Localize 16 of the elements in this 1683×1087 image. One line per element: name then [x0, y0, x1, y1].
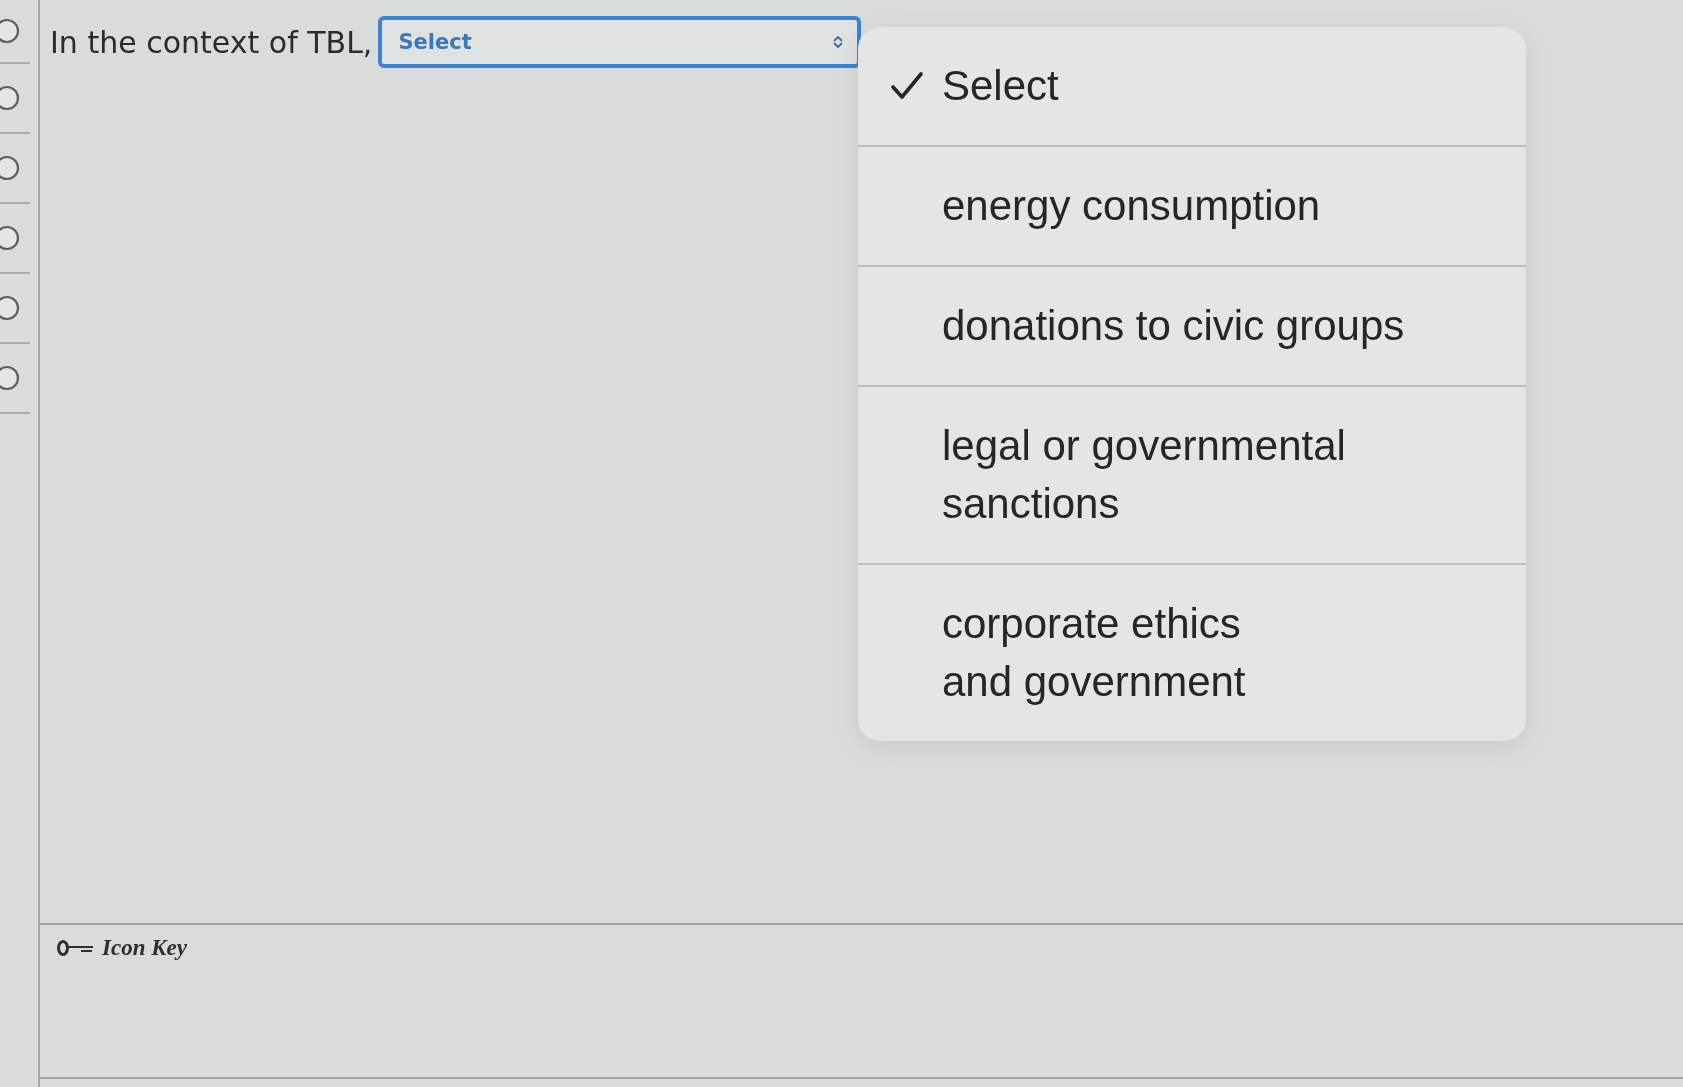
- key-icon: [56, 939, 94, 957]
- menu-option[interactable]: corporate ethics and government: [858, 563, 1526, 741]
- radio-button[interactable]: [0, 365, 20, 391]
- select-dropdown[interactable]: Select: [378, 16, 862, 68]
- menu-option[interactable]: legal or governmental sanctions: [858, 385, 1526, 563]
- icon-key-link[interactable]: Icon Key: [102, 935, 187, 961]
- radio-button[interactable]: [0, 18, 20, 44]
- menu-option[interactable]: donations to civic groups: [858, 265, 1526, 385]
- menu-option[interactable]: energy consumption: [858, 145, 1526, 265]
- question-text: In the context of TBL,: [50, 24, 373, 60]
- radio-button[interactable]: [0, 155, 20, 181]
- chevron-updown-icon: [833, 35, 844, 49]
- radio-button[interactable]: [0, 85, 20, 111]
- radio-button[interactable]: [0, 295, 20, 321]
- radio-button[interactable]: [0, 225, 20, 251]
- checkmark-icon: [891, 72, 923, 100]
